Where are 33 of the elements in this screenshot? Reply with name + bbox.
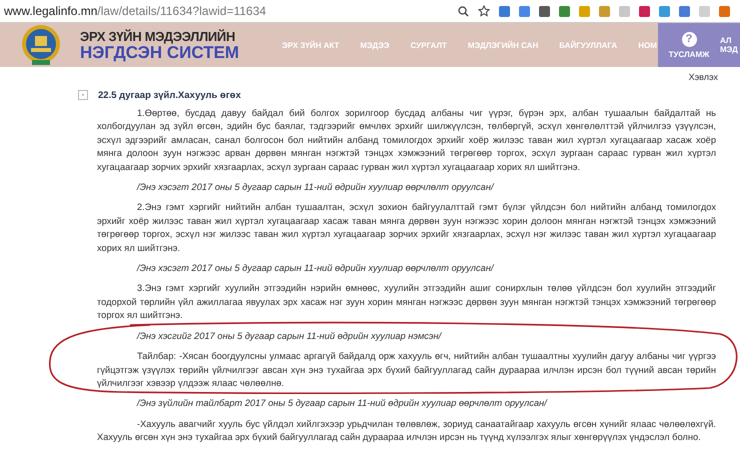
site-subtitle: НЭГДСЭН СИСТЕМ <box>80 44 240 62</box>
collapse-toggle[interactable]: - <box>78 90 88 100</box>
amendment-note: /Энэ хэсэгт 2017 оны 5 дугаар сарын 11-ний өдрийн хуулиар өөрчлөлт оруулсан/ <box>137 262 496 276</box>
site-title: ЭРХ ЗҮЙН МЭДЭЭЛЛИЙН <box>80 28 236 44</box>
extension-icon[interactable] <box>499 6 510 16</box>
extension-icon[interactable] <box>519 6 530 16</box>
law-paragraph: 3.Энэ гэмт хэргийг хуулийн этгээдийн нэрийн өмнөөс, хуулийн этгээдийн ашиг сонирхлын төлөө үйлдсэн бол хуулийн этгээдийг тодорхой төрлийн үйл ажиллагаа явуулах эрх хасаж нэг зуун хорин мянган нэгжээс дөрвөн зуун мянган нэгжтэй тэнцэх хэмжээний төгрөгөөр торгох ял шийтгэнэ. <box>97 282 716 322</box>
law-paragraph: Тайлбар: -Хясан боогдуулсны улмаас аргагүй байдалд орж хахууль өгч, нийтийн албан тушаалтны хуулийн дагуу албаны чиг үүргээ гүйцэтгэж үзүүлэх төрийн үйлчилгээг авсан хүн энэ тухайгаа эрх бүхий байгууллагад сайн дураараа илчлэн ирсэн бол түүний авсан төрийн үйлчилгээг хэвээр үлдээж ялаас чөлөөлнө. <box>97 350 716 390</box>
extension-icon[interactable] <box>679 6 690 16</box>
zoom-icon[interactable] <box>458 6 469 16</box>
law-paragraph: -Хахууль авагчийг хууль бус үйлдэл хийлгэхээр урьдчилан төлөвлөж, зориуд санаатайгаар хахууль өгсөн хүнийг ялаас чөлөөлөхгүй. Хахууль өгсөн хүн энэ тухайгаа эрх бүхий байгууллагад сайн дураараа илчлэн ирсэн нь түүнд хүлээлгэх ялыг хөнгөрүүлэх үндэслэл болно. <box>97 418 716 444</box>
help-button[interactable]: ? ТУСЛАМЖ <box>658 23 720 67</box>
extension-icon[interactable] <box>659 6 670 16</box>
nav-link[interactable]: СУРГАЛТ <box>410 40 447 50</box>
nav-link[interactable]: МЭДЛЭГИЙН САН <box>468 40 538 50</box>
nav-link[interactable]: НОМ <box>638 40 657 50</box>
nav-link[interactable]: ЭРХ ЗҮЙН АКТ <box>282 40 340 50</box>
amendment-note: /Энэ хэсэгт 2017 оны 5 дугаар сарын 11-ний өдрийн хуулиар өөрчлөлт оруулсан/ <box>137 181 496 194</box>
extension-icon[interactable] <box>639 6 650 16</box>
address-bar[interactable]: www.legalinfo.mn/law/details/11634?lawid=11634 <box>0 4 458 18</box>
law-paragraph: 2.Энэ гэмт хэргийг нийтийн албан тушаалтан, эсхүл зохион байгуулалттай гэмт бүлэг үйлдсэн бол нийтийн албанд томилогдох эрхийг хоёр жилээс таван жил хүртэл хугацаагаар хасаж таван мянга дөрвөн зуун нэгжээс хорин долоон мянган нэгжтэй тэнцэх хэмжээний төгрөгөөр торгох, эсхүл нэг жилээс таван жил хүртэл хугацаагаар зорчих эрхийг хязгаарлах, эсхүл нэг жилээс таван жил хүртэл хугацаагаар хорих ял шийтгэнэ. <box>97 201 716 255</box>
amendment-note: /Энэ зүйлийн тайлбарт 2017 оны 5 дугаар сарын 11-ний өдрийн хуулиар өөрчлөлт оруулсан/ <box>137 397 548 410</box>
article-title: 22.5 дугаар зүйл.Хахууль өгөх <box>98 90 241 100</box>
nav-button[interactable]: АЛ МЭД <box>720 23 740 67</box>
print-link[interactable]: Хэвлэх <box>688 72 718 85</box>
extension-icon[interactable] <box>719 6 730 16</box>
nav-link[interactable]: БАЙГУУЛЛАГА <box>559 40 618 50</box>
law-paragraph: 1.Өөртөө, бусдад давуу байдал бий болгох зорилгоор бусдад албаны чиг үүрэг, бүрэн эрх, албан тушаалын байдалтай нь холбогдуулан эд зүйл өгсөн, эдийн бус баялаг, тэдгээрийг өмчлөх эрхийг шилжүүлсэн, төлбөргүй, эсхүл хөнгөлөлттэй үйлчилгээ үзүүлсэн, эсхүл эдгээрийг амласан, санал болгосон бол нийтийн албанд томилогдох эрхийг хоёр жилээс таван жил хүртэл хугацаагаар хасаж хоёр мянга долоон зуун нэгжээс арван дөрвөн мянган нэгжтэй тэнцэх хэмжээний төгрөгөөр торгох, эсхүл зургаан сараас гурван жил хүртэл хугацаагаар зорчих эрхийг хязгаарлах, эсхүл зургаан сараас гурван жил хүртэл хугацаагаар хорих ял шийтгэнэ. <box>97 107 716 174</box>
star-icon[interactable] <box>478 5 490 17</box>
extension-icon[interactable] <box>539 6 550 16</box>
extension-icon[interactable] <box>559 6 570 16</box>
nav-link[interactable]: МЭДЭЭ <box>360 40 390 50</box>
amendment-note: /Энэ хэсгийг 2017 оны 5 дугаар сарын 11-ний өдрийн хуулиар нэмсэн/ <box>137 330 443 343</box>
